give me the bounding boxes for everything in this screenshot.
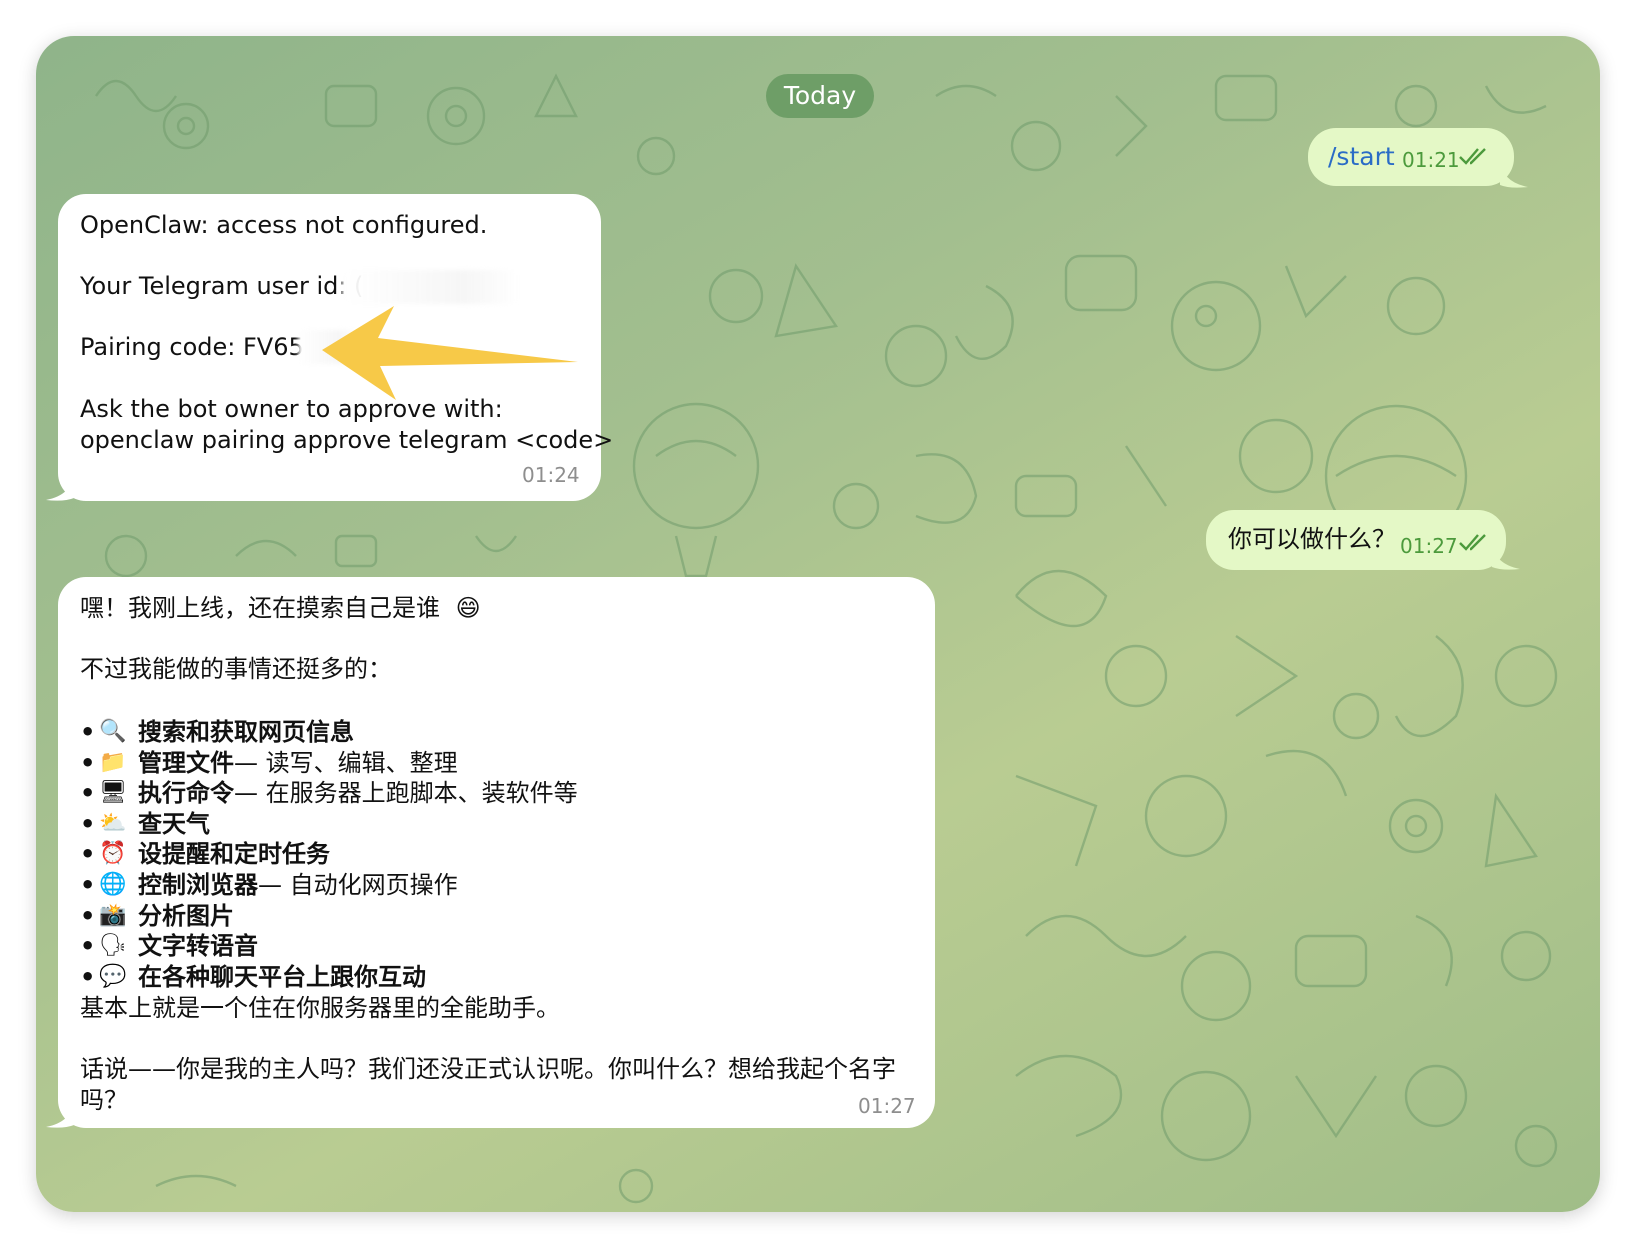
- message-time: 01:27: [1400, 534, 1458, 558]
- message-question: 吗？: [80, 1086, 128, 1114]
- message-question: 话说——你是我的主人吗？我们还没正式认识呢。你叫什么？想给我起个名字: [80, 1055, 896, 1083]
- arrow-annotation-icon: [322, 306, 578, 400]
- sun-cloud-icon: ⛅: [99, 810, 127, 836]
- list-item: • 📁 管理文件 — 读写、编辑、整理: [80, 748, 458, 777]
- bubble-tail: [1492, 542, 1520, 570]
- message-intro: 嘿！我刚上线，还在摸索自己是谁 😄: [80, 594, 481, 622]
- list-item: • ⏰ 设提醒和定时任务: [80, 840, 330, 869]
- message-summary: 基本上就是一个住在你服务器里的全能助手。: [80, 994, 560, 1022]
- user-id-line: Your Telegram user id: (: [80, 272, 364, 300]
- grinning-face-icon: 😄: [455, 594, 481, 622]
- list-item: • 🌐 控制浏览器 — 自动化网页操作: [80, 870, 458, 899]
- list-item: • 📸 分析图片: [80, 901, 234, 930]
- speech-bubble-icon: 💬: [99, 963, 127, 989]
- date-separator: Today: [766, 74, 874, 118]
- bubble-tail: [46, 473, 74, 501]
- message-incoming[interactable]: 嘿！我刚上线，还在摸索自己是谁 😄 不过我能做的事情还挺多的： • 🔍 搜索和获…: [58, 577, 935, 1128]
- message-line: openclaw pairing approve telegram <code>: [80, 426, 614, 454]
- folder-icon: 📁: [99, 749, 127, 775]
- alarm-clock-icon: ⏰: [99, 841, 127, 867]
- message-time: 01:21: [1402, 148, 1460, 172]
- message-outgoing[interactable]: 你可以做什么？ 01:27: [1206, 510, 1506, 570]
- bubble-tail: [46, 1100, 74, 1128]
- redaction-blur: [342, 270, 518, 304]
- message-time: 01:27: [858, 1094, 916, 1118]
- message-line: OpenClaw: access not configured.: [80, 211, 488, 239]
- message-time: 01:24: [522, 463, 580, 487]
- desktop-computer-icon: 🖥: [99, 780, 127, 806]
- message-outgoing[interactable]: /start 01:21: [1308, 128, 1514, 186]
- chat-window: Today /start 01:21 OpenClaw: access not …: [36, 36, 1600, 1212]
- speaking-head-icon: 🗣: [99, 933, 127, 959]
- magnifier-icon: 🔍: [99, 719, 127, 744]
- list-item: • 💬 在各种聊天平台上跟你互动: [80, 962, 426, 991]
- command-link[interactable]: /start: [1328, 141, 1395, 172]
- double-check-icon: [1459, 534, 1486, 551]
- list-item: • 🔍 搜索和获取网页信息: [80, 718, 354, 746]
- list-item: • 🗣 文字转语音: [80, 932, 258, 961]
- list-item: • 🖥 执行命令 — 在服务器上跑脚本、装软件等: [80, 779, 578, 808]
- capability-list: • 🔍 搜索和获取网页信息 • 📁 管理文件 — 读写、编辑、整理 • 🖥 执行…: [80, 717, 578, 992]
- list-item: • ⛅ 查天气: [80, 809, 210, 838]
- message-text: 你可以做什么？: [1228, 525, 1396, 553]
- double-check-icon: [1459, 148, 1486, 165]
- pairing-code-line: Pairing code: FV65: [80, 333, 304, 361]
- globe-icon: 🌐: [99, 871, 127, 897]
- camera-flash-icon: 📸: [99, 902, 127, 928]
- bubble-tail: [1500, 160, 1528, 188]
- message-subtitle: 不过我能做的事情还挺多的：: [80, 655, 392, 683]
